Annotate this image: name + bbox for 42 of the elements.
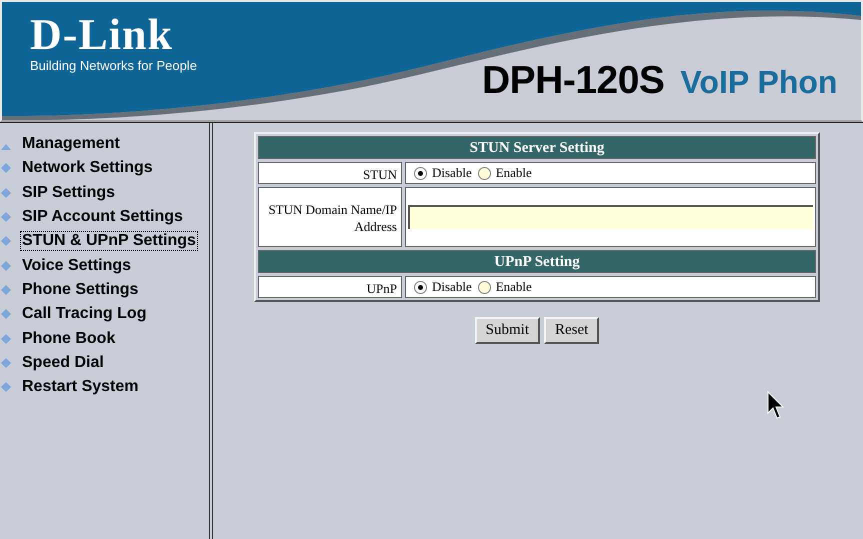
section-header: STUN Server Setting — [258, 136, 816, 159]
diamond-icon — [1, 358, 11, 368]
radio-option[interactable]: Enable — [478, 163, 532, 183]
radio-button[interactable] — [414, 280, 427, 294]
diamond-icon — [1, 236, 11, 246]
radio-option[interactable]: Enable — [478, 277, 532, 297]
logo: D-Link — [30, 12, 174, 58]
diamond-icon — [1, 382, 11, 392]
nav-link[interactable]: Restart System — [21, 378, 140, 396]
field-label: STUN — [258, 162, 402, 184]
diamond-icon — [1, 188, 11, 198]
radio-button[interactable] — [414, 166, 427, 180]
diamond-icon — [1, 260, 11, 271]
field-label: STUN Domain Name/IP Address — [258, 187, 402, 247]
nav-link[interactable]: Voice Settings — [21, 256, 132, 275]
form-button[interactable]: Submit — [474, 317, 540, 344]
nav-link[interactable]: Speed Dial — [21, 354, 105, 372]
radio-option[interactable]: Disable — [414, 163, 472, 183]
radio-button[interactable] — [478, 166, 491, 180]
nav-link[interactable]: SIP Account Settings — [21, 208, 184, 226]
diamond-icon — [1, 334, 11, 344]
nav-link[interactable]: Network Settings — [21, 159, 154, 178]
diamond-icon — [1, 284, 11, 295]
tagline: Building Networks for People — [30, 58, 197, 74]
diamond-icon — [1, 309, 11, 320]
nav-link[interactable]: Phone Settings — [21, 280, 140, 299]
nav-link[interactable]: Call Tracing Log — [21, 305, 148, 324]
form-button[interactable]: Reset — [544, 317, 600, 344]
section-header: UPnP Setting — [258, 250, 816, 273]
triangle-icon — [1, 144, 11, 150]
nav-link[interactable]: Phone Book — [21, 330, 116, 348]
diamond-icon — [1, 212, 11, 222]
nav-link[interactable]: STUN & UPnP Settings — [21, 232, 197, 250]
product-name: VoIP Phon — [680, 63, 838, 102]
nav-link[interactable]: SIP Settings — [21, 184, 116, 202]
nav-link[interactable]: Management — [21, 135, 121, 154]
radio-option[interactable]: Disable — [414, 277, 472, 297]
input-field[interactable] — [408, 205, 813, 229]
diamond-icon — [1, 163, 11, 174]
model-name: DPH-120S — [482, 58, 664, 104]
field-label: UPnP — [258, 276, 402, 298]
radio-button[interactable] — [478, 280, 491, 294]
